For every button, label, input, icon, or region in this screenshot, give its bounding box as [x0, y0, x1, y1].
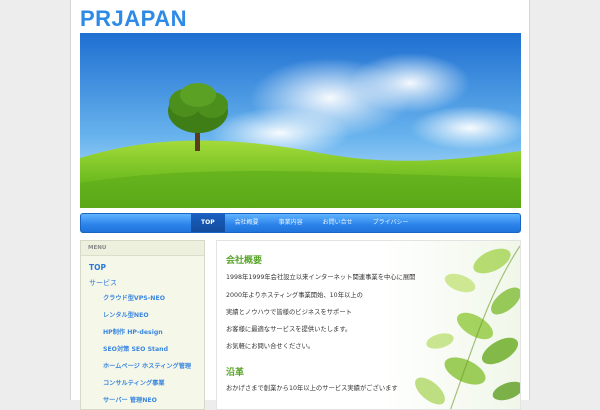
- sidebar-menu: MENU TOP サービス クラウド型VPS-NEO レンタル型NEO HP制作…: [80, 240, 205, 410]
- sidebar-item-rental-neo[interactable]: レンタル型NEO: [103, 310, 149, 319]
- leaves-decoration: [415, 245, 520, 409]
- sidebar-item-consulting[interactable]: コンサルティング事業: [103, 378, 165, 387]
- main-content: 会社概要 1998年1999年会社設立以来インターネット関連事業を中心に展開 2…: [216, 240, 521, 410]
- nav-privacy[interactable]: プライバシー: [363, 214, 419, 232]
- menu-heading: MENU: [81, 241, 204, 256]
- sidebar-item-services[interactable]: サービス: [89, 278, 117, 288]
- content-line-4: お客様に最適なサービスを提供いたします。: [226, 326, 352, 333]
- sidebar-item-top[interactable]: TOP: [89, 263, 106, 272]
- content-line-2: 2000年よりホスティング事業開始、10年以上の: [226, 292, 363, 299]
- content-line-3: 実績とノウハウで皆様のビジネスをサポート: [226, 309, 352, 316]
- sidebar-item-seo-stand[interactable]: SEO対策 SEO Stand: [103, 344, 168, 353]
- section-title-history: 沿革: [226, 368, 245, 378]
- nav-company[interactable]: 会社概要: [225, 214, 269, 232]
- sidebar-item-hp-design[interactable]: HP制作 HP-design: [103, 327, 163, 336]
- section-title-company: 会社概要: [226, 256, 263, 266]
- content-line-1: 1998年1999年会社設立以来インターネット関連事業を中心に展開: [226, 274, 416, 281]
- site-logo[interactable]: PRJAPAN: [80, 6, 187, 32]
- nav-top[interactable]: TOP: [191, 214, 225, 232]
- history-line: おかげさまで創業から10年以上のサービス実績がございます: [226, 385, 398, 392]
- nav-contact[interactable]: お問い合せ: [313, 214, 363, 232]
- page-container: PRJAPAN TOP 会社概要 事業内容 お問い合せ プライバシー MENU …: [70, 0, 530, 410]
- main-navigation: TOP 会社概要 事業内容 お問い合せ プライバシー: [80, 213, 521, 233]
- content-line-5: お気軽にお問い合せください。: [226, 343, 315, 350]
- hero-banner: [80, 33, 521, 208]
- sidebar-item-hosting[interactable]: ホームページ ホスティング管理: [103, 361, 191, 370]
- nav-business[interactable]: 事業内容: [269, 214, 313, 232]
- sidebar-item-vps-neo[interactable]: クラウド型VPS-NEO: [103, 293, 165, 302]
